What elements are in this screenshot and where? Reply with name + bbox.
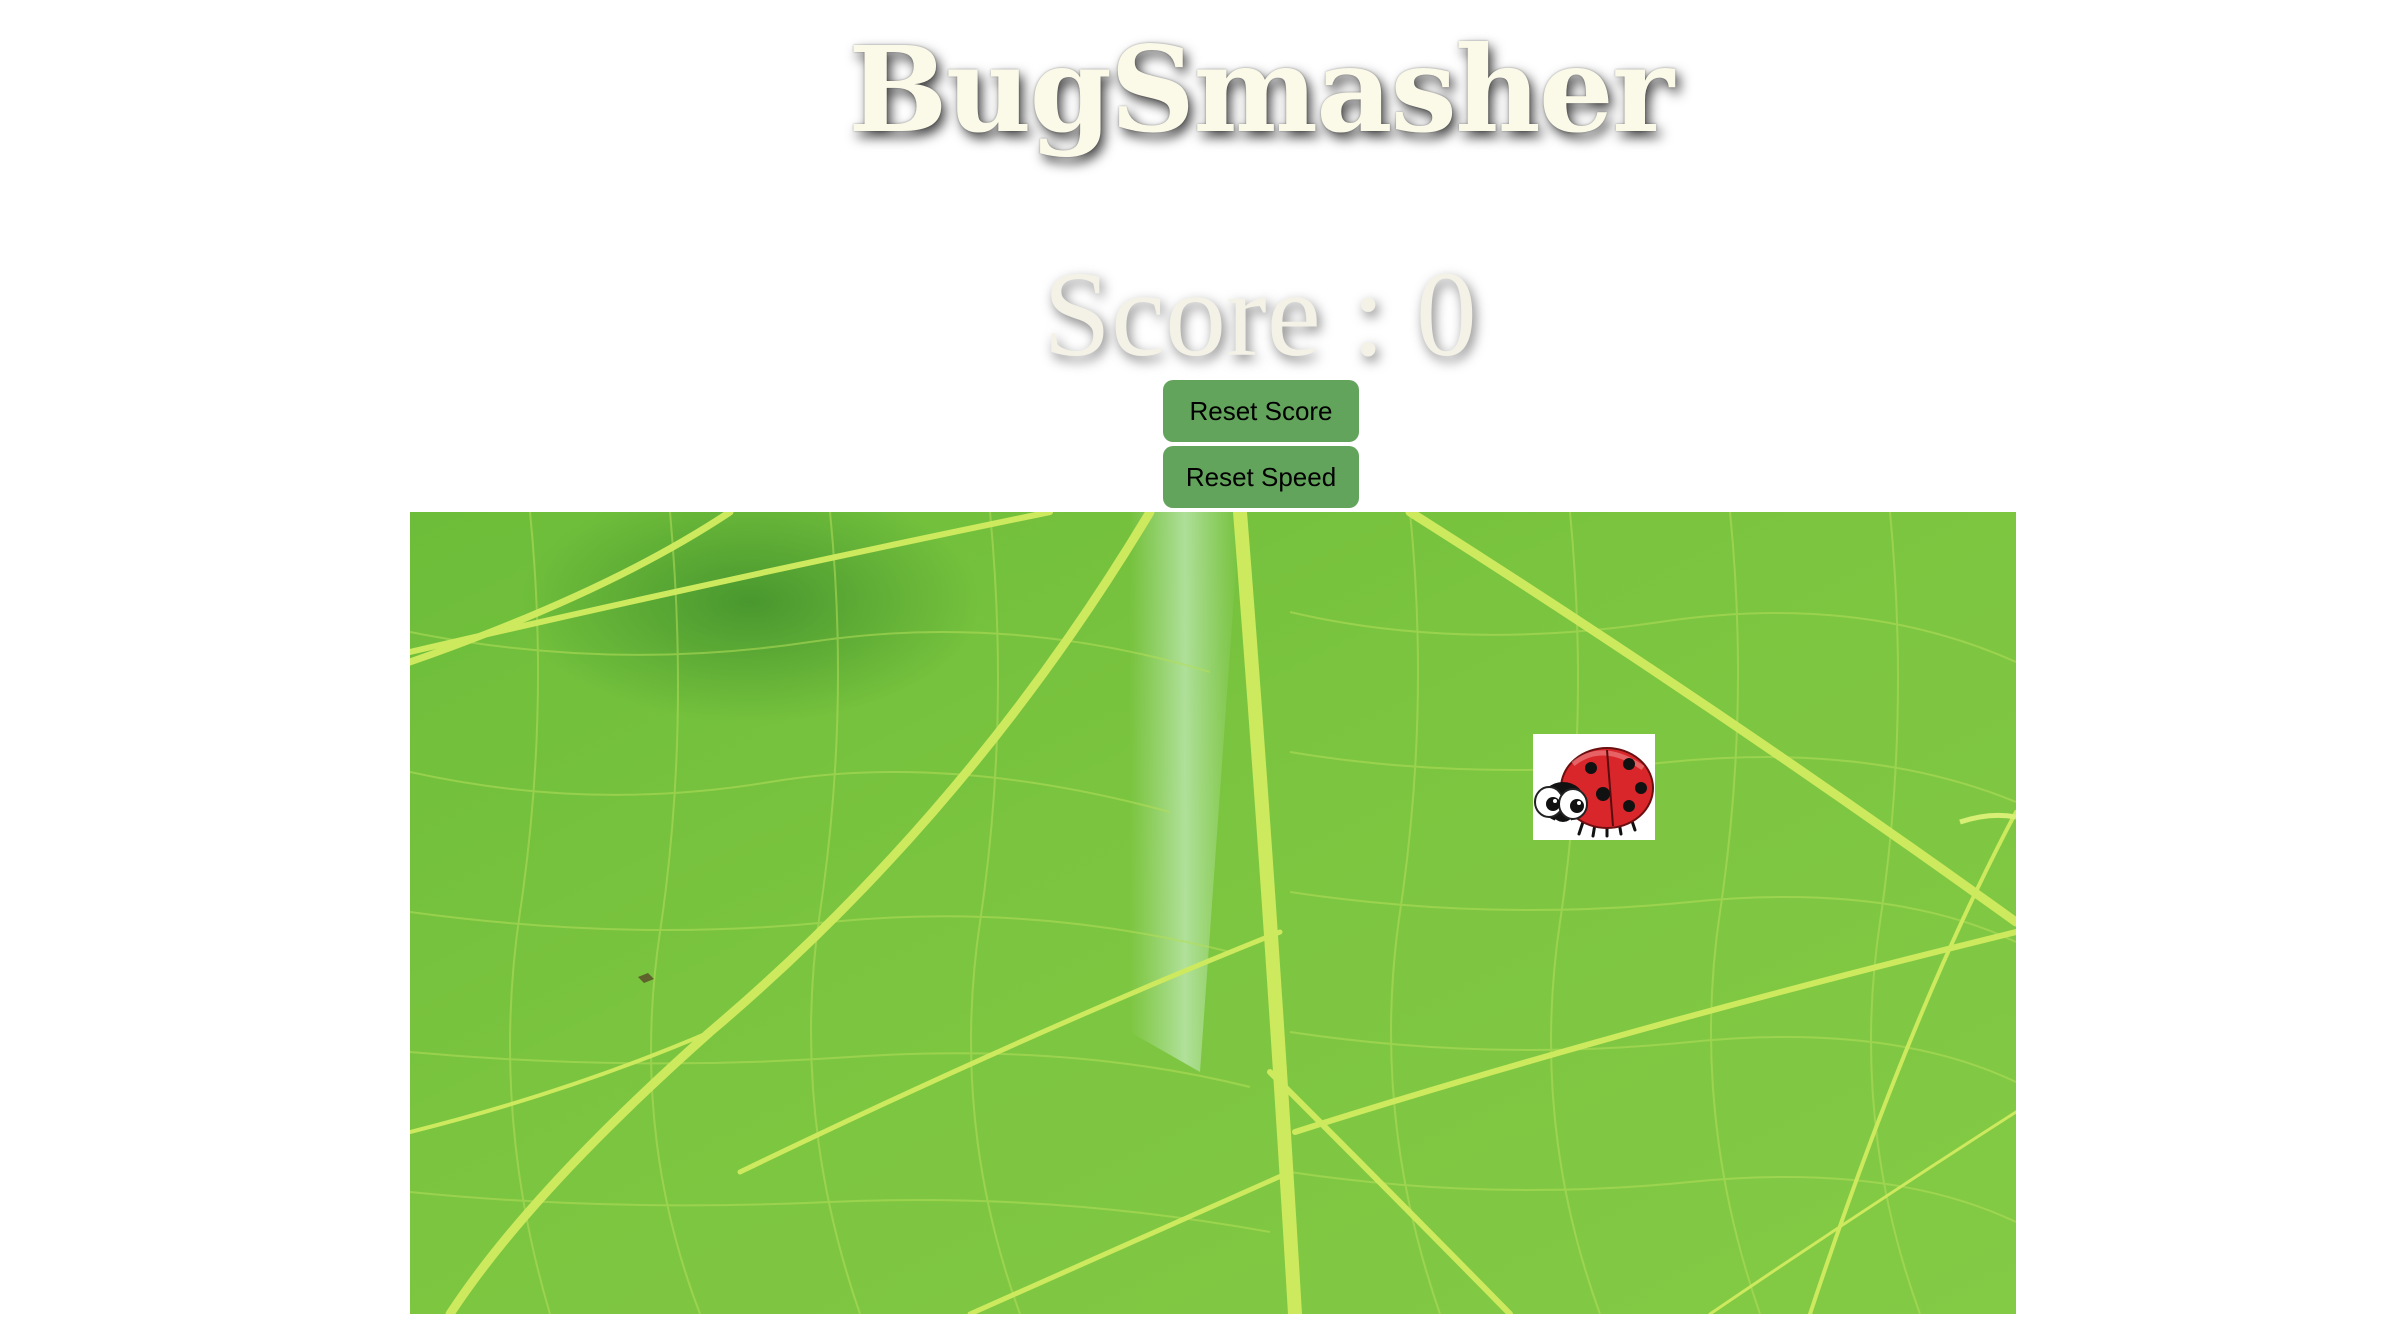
game-title: BugSmasher xyxy=(847,20,1674,159)
reset-score-button[interactable]: Reset Score xyxy=(1163,380,1359,442)
game-page: BugSmasher Score : 0 Reset Score Reset S… xyxy=(0,0,2392,1326)
score-label: Score : xyxy=(1043,247,1416,382)
game-board[interactable] xyxy=(410,512,2016,1314)
ladybug-icon[interactable] xyxy=(1533,734,1655,840)
leaf-background xyxy=(410,512,2016,1314)
reset-speed-button[interactable]: Reset Speed xyxy=(1163,446,1359,508)
score-display: Score : 0 xyxy=(0,245,2392,385)
score-value: 0 xyxy=(1415,247,1477,382)
